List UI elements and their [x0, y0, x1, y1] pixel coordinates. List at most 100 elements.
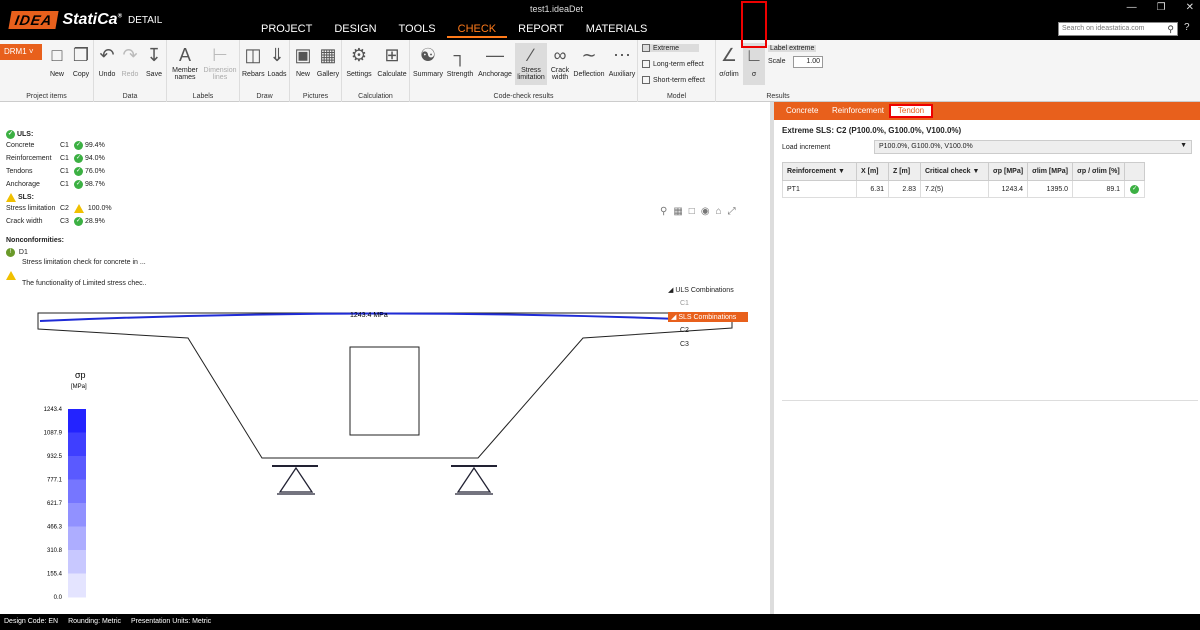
crack-width-icon: ∞: [553, 44, 567, 65]
stress-limitation-button[interactable]: ∕ Stress limitation: [515, 43, 547, 85]
dimension-icon: ⊢: [212, 44, 228, 65]
auxiliary-button[interactable]: ⋯ Auxiliary: [607, 43, 637, 79]
combo-c1[interactable]: C1: [680, 300, 689, 307]
legend-tick-label: 0.0: [54, 595, 63, 601]
minimize-icon[interactable]: —: [1127, 2, 1137, 13]
rebars-button[interactable]: ◫ Rebars: [242, 43, 265, 79]
undo-button[interactable]: ↶ Undo: [96, 43, 118, 79]
sigma-ratio-icon: ∠: [720, 44, 738, 65]
gear-icon: ⚙: [350, 44, 368, 65]
ribbon: DRM1 ˅ □ New ❐ Copy Project items ↶ Undo ↷ R…: [0, 40, 1200, 102]
letter-a-icon: A: [178, 44, 191, 65]
tab-concrete[interactable]: Concrete: [786, 106, 818, 115]
col-x[interactable]: X [m]: [856, 162, 889, 181]
cell-x: 6.31: [856, 180, 889, 198]
menu-check[interactable]: CHECK: [446, 22, 508, 38]
group-label-code-check: Code-check results: [493, 93, 554, 100]
save-button[interactable]: ↧ Save: [143, 43, 165, 79]
legend-swatch: [68, 503, 86, 527]
sigma-ratio-button[interactable]: ∠ σ/σlim: [717, 43, 741, 79]
search-icon[interactable]: ⚲: [1167, 24, 1174, 35]
sigma-button[interactable]: ∟ σ: [743, 43, 765, 85]
label-extreme-toggle[interactable]: Label extreme: [768, 45, 817, 52]
search-placeholder: Search on ideastatica.com: [1062, 25, 1145, 32]
gallery-button[interactable]: ▦ Gallery: [316, 43, 340, 79]
combo-c3[interactable]: C3: [680, 341, 689, 348]
redo-button[interactable]: ↷ Redo: [119, 43, 141, 79]
strength-button[interactable]: ┐ Strength: [445, 43, 475, 79]
logo-reg: ®: [117, 13, 122, 20]
col-reinforcement[interactable]: Reinforcement ▼: [782, 162, 857, 181]
model-long-term-label: Long-term effect: [653, 60, 704, 68]
close-icon[interactable]: ✕: [1186, 2, 1194, 13]
result-tabs: Concrete Reinforcement Tendon: [774, 102, 1200, 120]
new-item-icon: □: [51, 44, 63, 65]
short-term-icon: [642, 76, 650, 84]
long-term-icon: [642, 60, 650, 68]
table-row[interactable]: PT1 6.31 2.83 7.2(5) 1243.4 1395.0 89.1 …: [782, 180, 1146, 198]
uls-combinations-header[interactable]: ◢ ULS Combinations: [668, 286, 734, 294]
legend-tick-label: 777.1: [47, 478, 63, 484]
model-short-term-option[interactable]: Short-term effect: [642, 76, 705, 84]
dimension-lines-button[interactable]: ⊢ Dimension lines: [201, 43, 239, 82]
section-void: [349, 346, 420, 436]
model-short-term-label: Short-term effect: [653, 76, 706, 84]
redo-label: Redo: [121, 71, 139, 78]
strength-label: Strength: [446, 71, 474, 78]
loads-icon: ⇓: [269, 44, 285, 65]
deflection-button[interactable]: ∼ Deflection: [572, 43, 606, 79]
extreme-icon: [642, 44, 650, 52]
filter-icon[interactable]: ▼: [972, 168, 979, 175]
filter-icon[interactable]: ▼: [838, 168, 845, 175]
rebars-icon: ◫: [244, 44, 262, 65]
anchorage-button[interactable]: ― Anchorage: [476, 43, 514, 79]
summary-button[interactable]: ☯ Summary: [412, 43, 444, 79]
combo-c2[interactable]: C2: [680, 327, 689, 334]
group-label-pictures: Pictures: [302, 93, 329, 100]
project-selector[interactable]: DRM1 ˅: [0, 44, 42, 60]
col-sigma-p[interactable]: σp [MPa]: [987, 162, 1029, 181]
menu-report[interactable]: REPORT: [507, 22, 575, 38]
loads-button[interactable]: ⇓ Loads: [266, 43, 288, 79]
menu-design[interactable]: DESIGN: [323, 22, 387, 38]
tab-tendon[interactable]: Tendon: [889, 104, 933, 118]
col-ratio[interactable]: σp / σlim [%]: [1072, 162, 1126, 181]
sls-combinations-header[interactable]: ◢ SLS Combinations: [668, 312, 748, 322]
sls-combinations-text: SLS Combinations: [678, 314, 737, 321]
settings-button[interactable]: ⚙ Settings: [344, 43, 374, 79]
new-button[interactable]: □ New: [46, 43, 68, 79]
restore-icon[interactable]: ❐: [1157, 2, 1166, 13]
app-logo: IDEA StatiCa® DETAIL: [8, 11, 162, 29]
support-left: [272, 465, 318, 495]
load-increment-value: P100.0%, G100.0%, V100.0%: [879, 143, 973, 150]
extreme-title: Extreme SLS: C2 (P100.0%, G100.0%, V100.…: [782, 126, 962, 135]
model-long-term-option[interactable]: Long-term effect: [642, 60, 704, 68]
picture-new-label: New: [295, 71, 310, 78]
menu-tools[interactable]: TOOLS: [388, 22, 447, 38]
legend-swatch: [68, 550, 86, 574]
menu-materials[interactable]: MATERIALS: [575, 22, 659, 38]
col-critical-check[interactable]: Critical check ▼: [920, 162, 989, 181]
legend-title: σp: [75, 370, 86, 380]
menu-project[interactable]: PROJECT: [250, 22, 323, 38]
anchorage-icon: ―: [486, 44, 504, 65]
copy-button[interactable]: ❐ Copy: [70, 43, 92, 79]
load-increment-select[interactable]: P100.0%, G100.0%, V100.0% ▼: [874, 140, 1192, 154]
help-icon[interactable]: ?: [1184, 22, 1190, 33]
scale-input[interactable]: 1.00: [793, 56, 823, 68]
crack-width-button[interactable]: ∞ Crack width: [548, 43, 572, 82]
col-status: [1124, 162, 1146, 181]
model-extreme-option[interactable]: Extreme: [642, 44, 700, 52]
search-input[interactable]: Search on ideastatica.com ⚲: [1058, 22, 1178, 36]
save-icon: ↧: [146, 44, 162, 65]
tab-reinforcement[interactable]: Reinforcement: [832, 106, 884, 115]
stress-limitation-label: Stress limitation: [517, 67, 545, 81]
picture-new-button[interactable]: ▣ New: [292, 43, 314, 79]
calculate-button[interactable]: ⊞ Calculate: [375, 43, 409, 79]
legend-swatch: [68, 456, 86, 480]
col-sigma-lim[interactable]: σlim [MPa]: [1027, 162, 1074, 181]
member-names-button[interactable]: A Member names: [169, 43, 201, 82]
summary-icon: ☯: [419, 44, 437, 65]
support-right: [451, 465, 497, 495]
col-z[interactable]: Z [m]: [888, 162, 921, 181]
